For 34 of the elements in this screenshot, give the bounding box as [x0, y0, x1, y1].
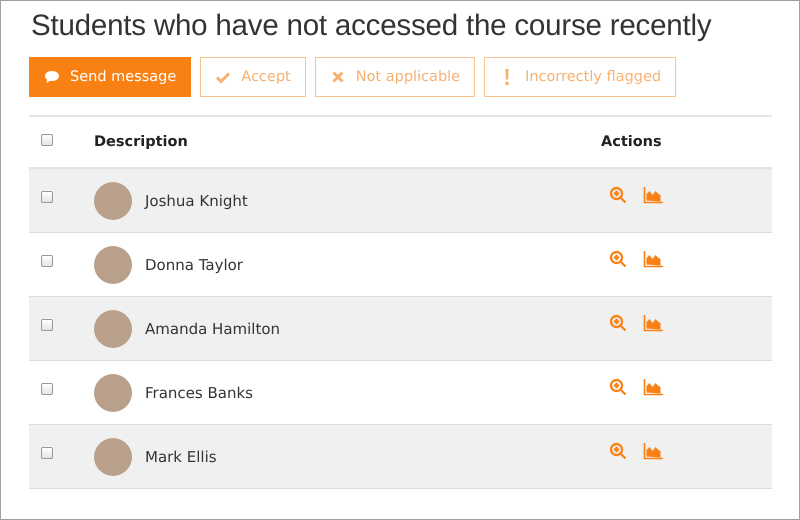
row-checkbox[interactable] [41, 255, 53, 267]
action-button[interactable]: Accept [200, 57, 306, 97]
student-name: Joshua Knight [145, 192, 248, 210]
row-checkbox[interactable] [41, 191, 53, 203]
page-title: Students who have not accessed the course recently [31, 9, 712, 43]
area-chart-icon[interactable] [643, 186, 663, 204]
student-name: Donna Taylor [145, 256, 243, 274]
select-all-checkbox[interactable] [41, 134, 53, 146]
action-button[interactable]: Incorrectly flagged [484, 57, 676, 97]
row-checkbox[interactable] [41, 383, 53, 395]
student-name: Frances Banks [145, 384, 253, 402]
zoom-in-icon[interactable] [609, 378, 629, 396]
exclamation-icon [505, 69, 510, 85]
area-chart-icon[interactable] [643, 442, 663, 460]
area-chart-icon[interactable] [643, 378, 663, 396]
zoom-in-icon[interactable] [609, 186, 629, 204]
row-checkbox[interactable] [41, 319, 53, 331]
action-button[interactable]: Not applicable [314, 57, 476, 97]
avatar [94, 438, 132, 476]
avatar [94, 310, 132, 348]
avatar [94, 246, 132, 284]
close-icon [330, 69, 346, 85]
speech-bubble-icon [44, 69, 60, 85]
zoom-in-icon[interactable] [609, 442, 629, 460]
area-chart-icon[interactable] [643, 314, 663, 332]
row-checkbox[interactable] [41, 447, 53, 459]
zoom-in-icon[interactable] [609, 250, 629, 268]
zoom-in-icon[interactable] [609, 314, 629, 332]
area-chart-icon[interactable] [643, 250, 663, 268]
avatar [94, 182, 132, 220]
action-button[interactable]: Send message [29, 57, 192, 97]
student-name: Amanda Hamilton [145, 320, 280, 338]
student-name: Mark Ellis [145, 448, 217, 466]
avatar [94, 374, 132, 412]
